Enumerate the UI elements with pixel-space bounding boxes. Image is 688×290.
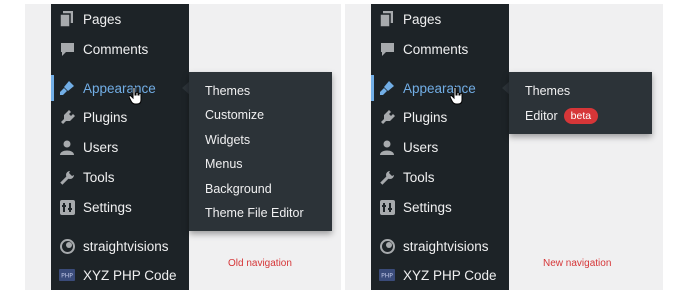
menu-item-plugins[interactable]: Plugins: [371, 103, 509, 131]
menu-item-label: Pages: [403, 11, 442, 27]
submenu-item-editor-label: Editor: [525, 109, 558, 123]
menu-item-label: Plugins: [83, 109, 128, 125]
appearance-submenu-new: Themes Editor beta: [509, 72, 652, 134]
admin-sidebar: Pages Comments Appearance Plugins Users …: [51, 4, 190, 290]
php-icon: PHP: [379, 267, 395, 283]
appearance-submenu-old: Themes Customize Widgets Menus Backgroun…: [189, 72, 332, 231]
users-icon: [59, 139, 75, 155]
comments-icon: [59, 41, 75, 57]
menu-item-label: XYZ PHP Code: [403, 267, 497, 283]
submenu-item-themes[interactable]: Themes: [525, 84, 570, 98]
menu-item-settings[interactable]: Settings: [371, 193, 509, 221]
svg-text:PHP: PHP: [61, 273, 73, 280]
submenu-item-background[interactable]: Background: [205, 182, 272, 196]
php-icon: PHP: [59, 267, 75, 283]
beta-badge: beta: [563, 108, 599, 124]
svg-text:PHP: PHP: [381, 273, 393, 280]
tools-icon: [59, 169, 75, 185]
pages-icon: [379, 11, 395, 27]
menu-item-label: Settings: [83, 199, 132, 215]
menu-item-appearance[interactable]: Appearance: [51, 74, 190, 102]
menu-item-label: Tools: [83, 169, 115, 185]
menu-item-label: Comments: [403, 41, 469, 57]
menu-item-xyz-php-code[interactable]: PHP XYZ PHP Code: [51, 261, 189, 289]
menu-item-label: Tools: [403, 169, 435, 185]
menu-item-pages[interactable]: Pages: [51, 5, 189, 33]
submenu-item-menus[interactable]: Menus: [205, 157, 243, 171]
menu-item-label: Settings: [403, 199, 452, 215]
menu-item-settings[interactable]: Settings: [51, 193, 189, 221]
comments-icon: [379, 41, 395, 57]
settings-icon: [59, 199, 75, 215]
menu-item-xyz-php-code[interactable]: PHP XYZ PHP Code: [371, 261, 509, 289]
appearance-icon: [59, 80, 75, 96]
submenu-item-widgets[interactable]: Widgets: [205, 133, 250, 147]
menu-item-pages[interactable]: Pages: [371, 5, 509, 33]
menu-item-appearance[interactable]: Appearance: [371, 74, 510, 102]
users-icon: [379, 139, 395, 155]
tools-icon: [379, 169, 395, 185]
new-navigation-panel: Pages Comments Appearance Plugins Users …: [345, 4, 663, 290]
menu-item-label: Comments: [83, 41, 149, 57]
hand-cursor-icon: [450, 87, 463, 105]
caption-new-navigation: New navigation: [543, 258, 612, 269]
menu-item-tools[interactable]: Tools: [371, 163, 509, 191]
plugins-icon: [379, 109, 395, 125]
old-navigation-panel: Pages Comments Appearance Plugins Users …: [25, 4, 341, 290]
pages-icon: [59, 11, 75, 27]
submenu-item-themes[interactable]: Themes: [205, 84, 250, 98]
menu-item-label: Appearance: [403, 80, 476, 96]
straightvisions-icon: [379, 238, 395, 254]
plugins-icon: [59, 109, 75, 125]
menu-item-label: Users: [403, 139, 439, 155]
menu-item-label: Users: [83, 139, 119, 155]
submenu-item-editor[interactable]: Editor beta: [525, 108, 599, 124]
menu-item-label: straightvisions: [403, 238, 489, 254]
menu-item-users[interactable]: Users: [371, 133, 509, 161]
admin-sidebar: Pages Comments Appearance Plugins Users …: [371, 4, 510, 290]
submenu-item-theme-file-editor[interactable]: Theme File Editor: [205, 206, 304, 220]
menu-item-straightvisions[interactable]: straightvisions: [51, 232, 189, 260]
caption-old-navigation: Old navigation: [228, 258, 292, 269]
menu-item-label: XYZ PHP Code: [83, 267, 177, 283]
menu-item-plugins[interactable]: Plugins: [51, 103, 189, 131]
menu-item-label: Appearance: [83, 80, 156, 96]
menu-item-label: straightvisions: [83, 238, 169, 254]
menu-item-comments[interactable]: Comments: [371, 35, 509, 63]
menu-item-comments[interactable]: Comments: [51, 35, 189, 63]
menu-item-users[interactable]: Users: [51, 133, 189, 161]
straightvisions-icon: [59, 238, 75, 254]
menu-item-straightvisions[interactable]: straightvisions: [371, 232, 509, 260]
appearance-icon: [379, 80, 395, 96]
menu-item-tools[interactable]: Tools: [51, 163, 189, 191]
submenu-item-customize[interactable]: Customize: [205, 108, 264, 122]
menu-item-label: Plugins: [403, 109, 448, 125]
settings-icon: [379, 199, 395, 215]
hand-cursor-icon: [129, 87, 142, 105]
menu-item-label: Pages: [83, 11, 122, 27]
